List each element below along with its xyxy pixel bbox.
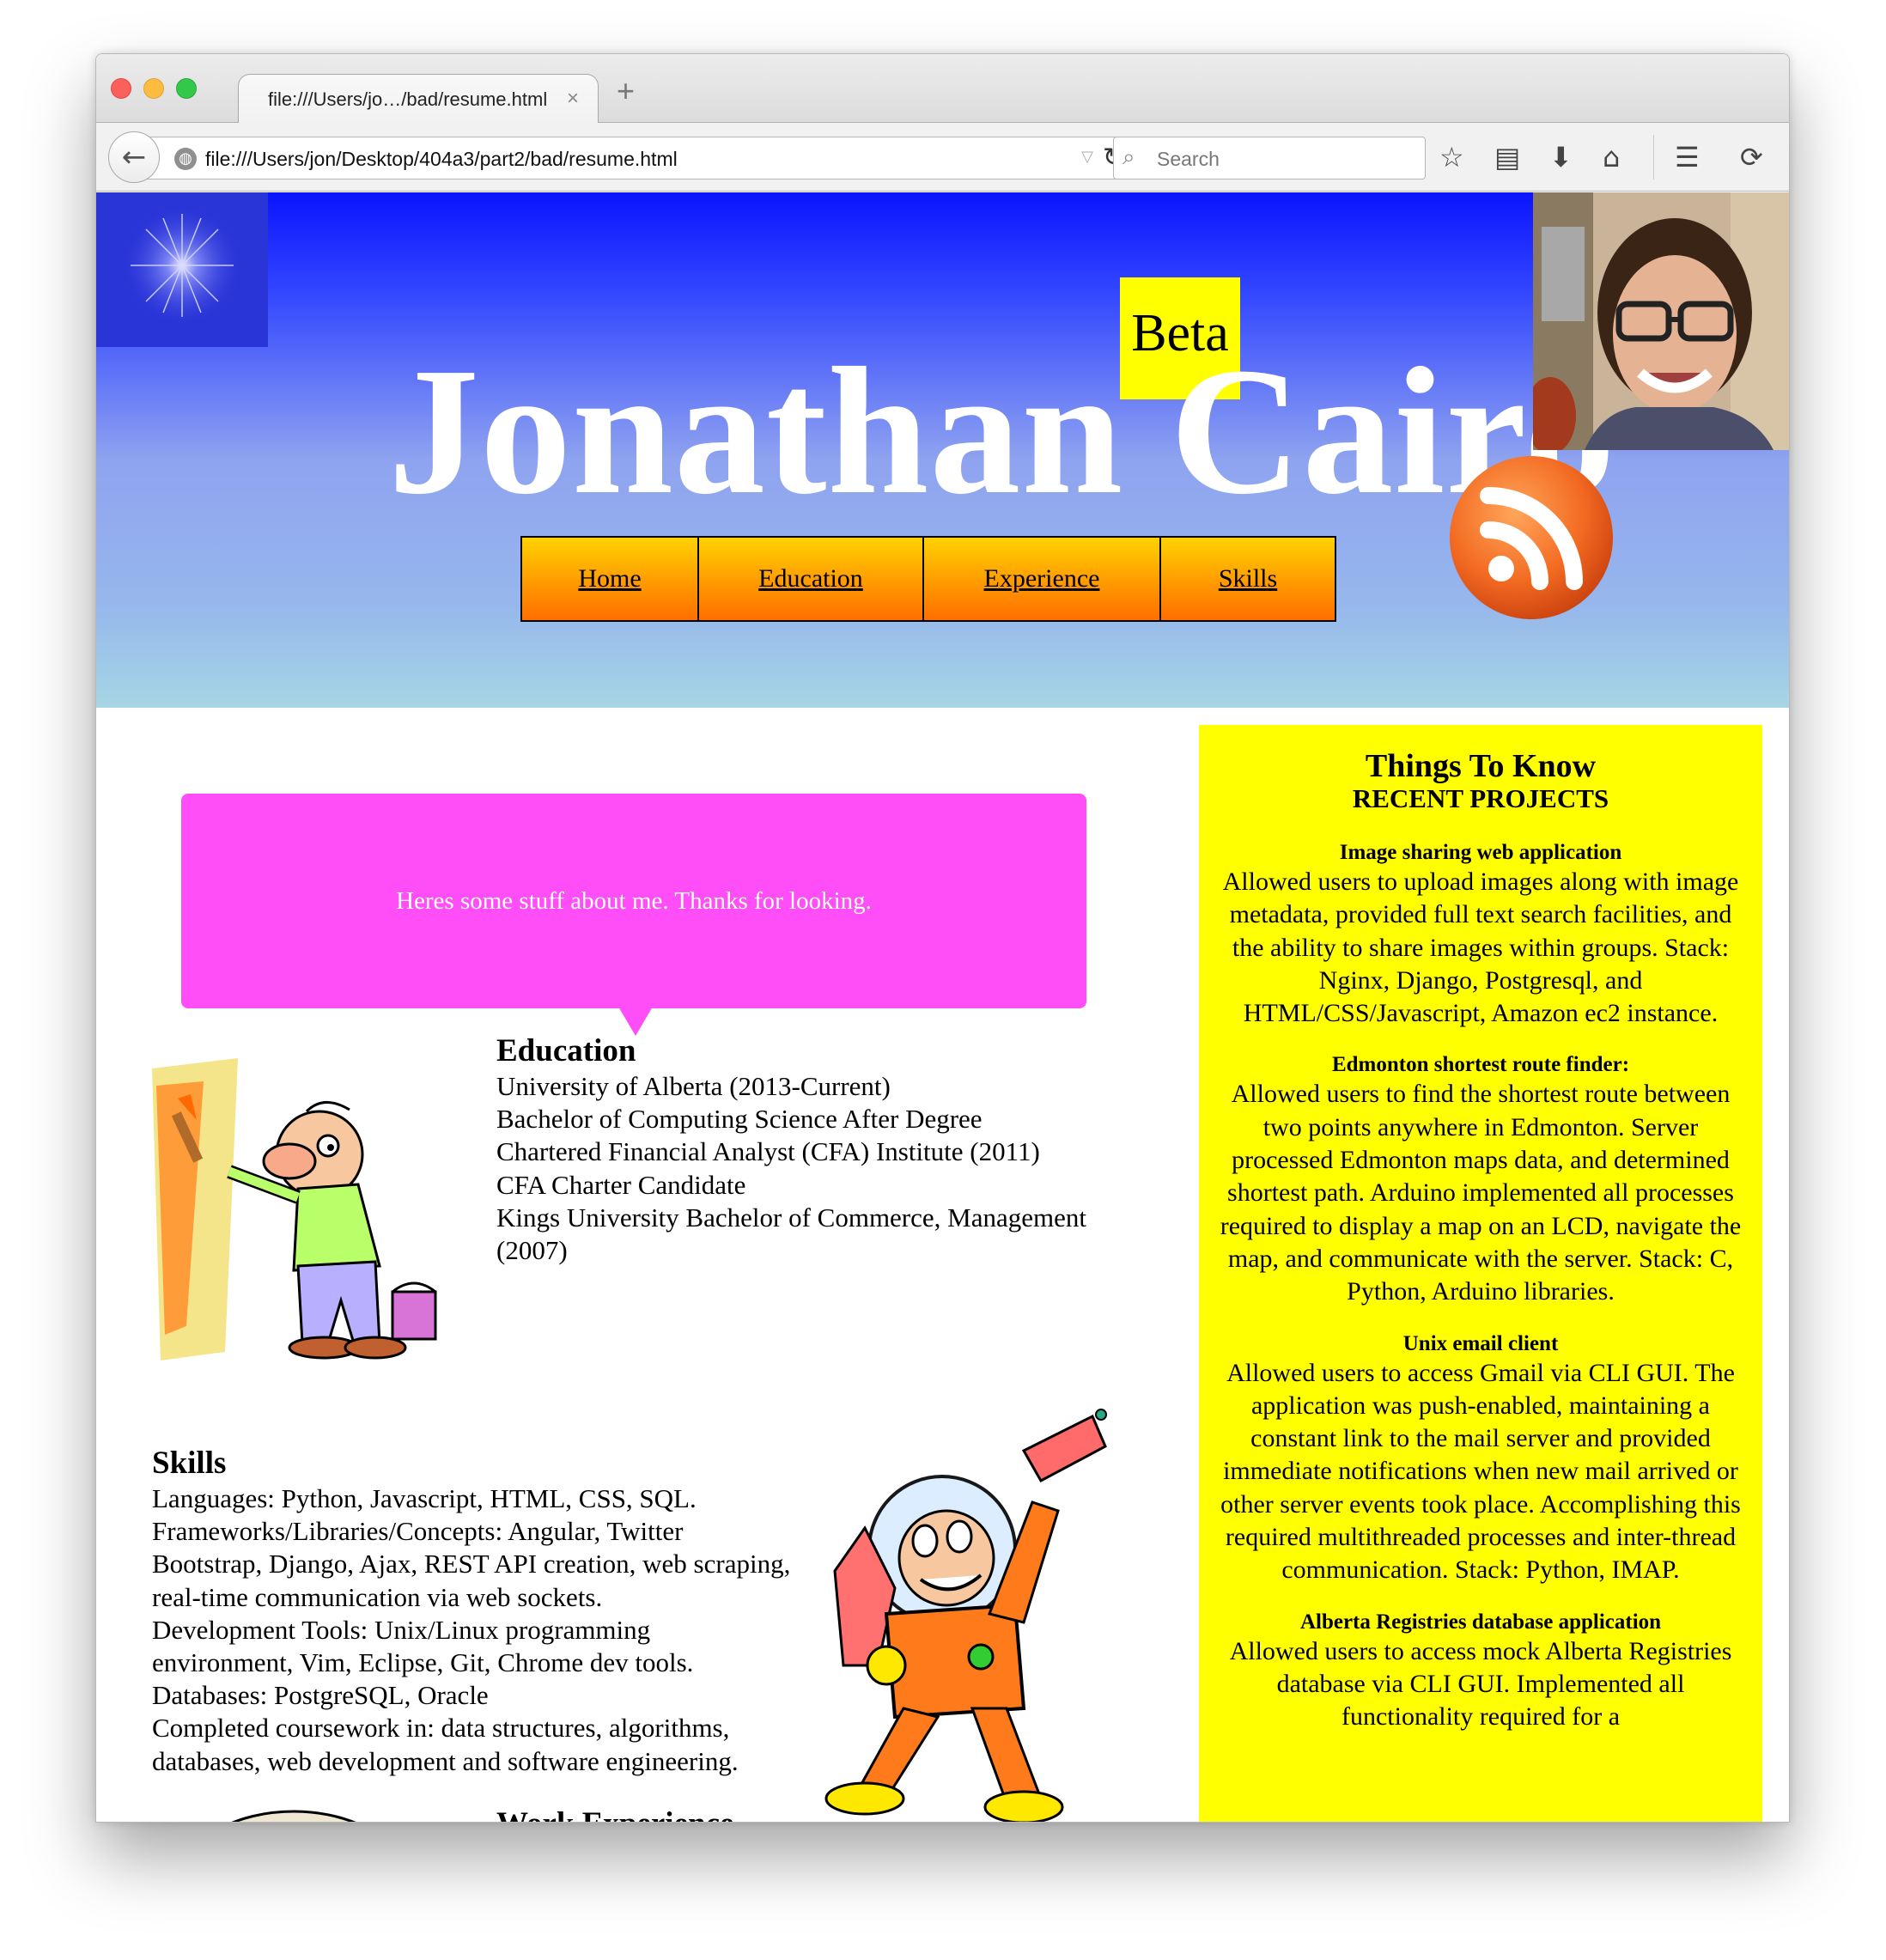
main-nav: Home Education Experience Skills — [520, 536, 1336, 622]
project-title: Edmonton shortest route finder: — [1331, 1053, 1630, 1077]
skills-line: Databases: PostgreSQL, Oracle — [152, 1680, 489, 1711]
project-title: Unix email client — [1402, 1331, 1559, 1355]
browser-window: file:///Users/jo…/bad/resume.html × + ◍ … — [95, 53, 1790, 1823]
menu-icon[interactable]: ☰ — [1675, 138, 1700, 176]
project-title: Image sharing web application — [1339, 841, 1622, 864]
education-line: Bachelor of Computing Science After Degr… — [496, 1104, 983, 1135]
skills-line: Frameworks/Libraries/Concepts: Angular, … — [152, 1516, 791, 1612]
sidebar-title: Things To Know — [1365, 748, 1597, 784]
zoom-window-button[interactable] — [176, 78, 197, 99]
about-bubble: Heres some stuff about me. Thanks for lo… — [181, 794, 1086, 1008]
bookmark-star-icon[interactable]: ☆ — [1439, 138, 1464, 176]
minimize-window-button[interactable] — [143, 78, 164, 99]
sync-icon[interactable]: ⟳ — [1740, 138, 1763, 176]
profile-photo — [1533, 192, 1789, 450]
url-bar[interactable]: ◍ file:///Users/jon/Desktop/404a3/part2/… — [134, 137, 1139, 180]
projects-sidebar: Things To Know RECENT PROJECTS Image sha… — [1199, 725, 1762, 1822]
education-section: Education University of Alberta (2013-Cu… — [496, 1032, 1149, 1267]
search-bar[interactable]: ⌕ Search — [1113, 137, 1426, 180]
work-experience-section: Work Experience — [496, 1805, 926, 1822]
skills-line: Languages: Python, Javascript, HTML, CSS… — [152, 1483, 697, 1513]
download-icon[interactable]: ⬇ — [1549, 138, 1573, 176]
education-line: CFA Charter Candidate — [496, 1169, 746, 1200]
tab-strip: file:///Users/jo…/bad/resume.html × + — [96, 54, 1789, 124]
home-icon[interactable]: ⌂ — [1603, 138, 1620, 176]
new-tab-button[interactable]: + — [617, 73, 635, 109]
back-button[interactable]: ← — [108, 131, 160, 183]
nav-skills-link[interactable]: Skills — [1161, 536, 1336, 622]
education-line: University of Alberta (2013-Current) — [496, 1071, 891, 1101]
page-viewport: Beta Jonathan Cairo Home Education Exper… — [96, 192, 1789, 1822]
skills-section: Skills Languages: Python, Javascript, HT… — [152, 1445, 792, 1778]
nav-home-link[interactable]: Home — [520, 536, 699, 622]
browser-tab[interactable]: file:///Users/jo…/bad/resume.html × — [238, 74, 599, 124]
rss-feed-icon[interactable] — [1448, 454, 1615, 622]
tab-title: file:///Users/jo…/bad/resume.html — [268, 88, 548, 110]
education-heading: Education — [496, 1033, 636, 1068]
toolbar-separator — [1653, 135, 1654, 180]
work-heading: Work Experience — [496, 1805, 926, 1822]
skills-line: Development Tools: Unix/Linux programmin… — [152, 1614, 694, 1678]
project-description: Allowed users to access Gmail via CLI GU… — [1220, 1358, 1741, 1585]
page-title: Jonathan Cairo — [388, 330, 1616, 532]
tab-close-icon[interactable]: × — [567, 87, 579, 111]
astronaut-cartoon-image — [766, 1399, 1127, 1822]
search-placeholder: Search — [1157, 148, 1220, 170]
nav-education-link[interactable]: Education — [699, 536, 924, 622]
work-cartoon-image — [131, 1786, 440, 1822]
education-line: Kings University Bachelor of Commerce, M… — [496, 1202, 1086, 1266]
nav-experience-link[interactable]: Experience — [924, 536, 1161, 622]
back-arrow-icon: ← — [121, 140, 147, 174]
navigation-toolbar: ◍ file:///Users/jon/Desktop/404a3/part2/… — [96, 123, 1789, 192]
project-description: Allowed users to access mock Alberta Reg… — [1229, 1636, 1732, 1732]
skills-heading: Skills — [152, 1446, 227, 1481]
globe-icon: ◍ — [174, 148, 197, 170]
sidebar-subtitle: RECENT PROJECTS — [1352, 783, 1609, 813]
project-description: Allowed users to find the shortest route… — [1220, 1080, 1742, 1306]
close-window-button[interactable] — [111, 78, 131, 99]
url-text[interactable]: file:///Users/jon/Desktop/404a3/part2/ba… — [205, 148, 678, 171]
search-icon: ⌕ — [1122, 144, 1135, 170]
project-description: Allowed users to upload images along wit… — [1222, 867, 1739, 1028]
url-dropdown-icon[interactable]: ▽ — [1081, 148, 1093, 166]
bubble-tail — [618, 1007, 653, 1036]
reading-list-icon[interactable]: ▤ — [1494, 138, 1520, 176]
painter-cartoon-image — [143, 1051, 461, 1369]
sparkle-image — [96, 192, 268, 347]
page-header: Beta Jonathan Cairo Home Education Exper… — [96, 192, 1789, 708]
education-line: Chartered Financial Analyst (CFA) Instit… — [496, 1136, 1040, 1167]
skills-line: Completed coursework in: data structures… — [152, 1713, 739, 1776]
project-title: Alberta Registries database application — [1299, 1610, 1662, 1634]
